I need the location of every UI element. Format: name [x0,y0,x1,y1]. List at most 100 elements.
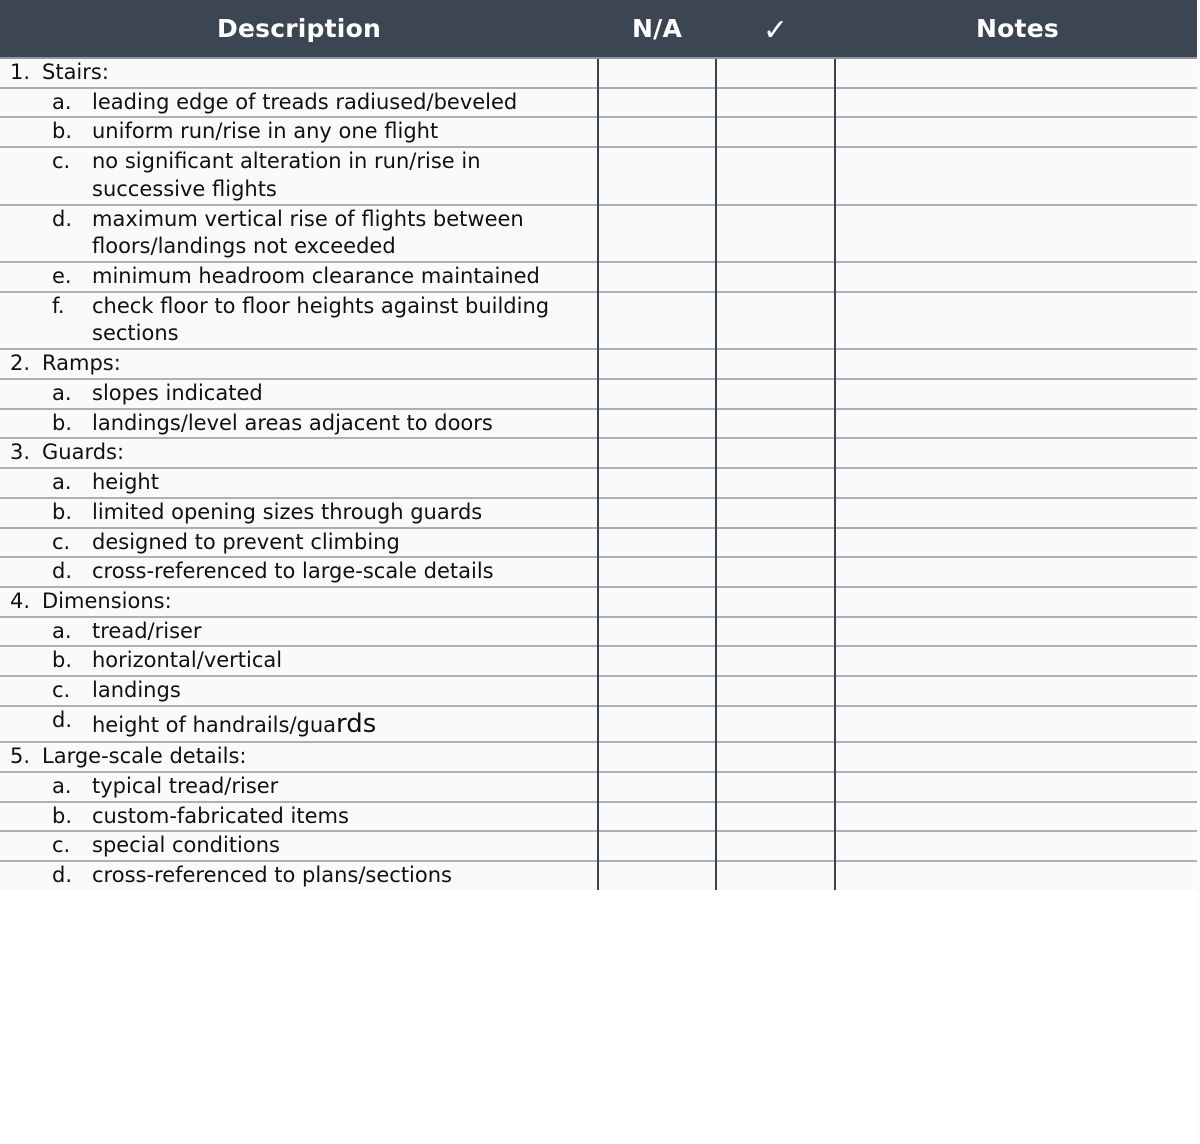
notes-input-cell[interactable] [834,203,1200,263]
na-checkbox-cell[interactable] [597,437,716,469]
na-checkbox-cell[interactable] [597,704,716,743]
na-checkbox-cell[interactable] [597,203,716,263]
checkmark-checkbox-cell[interactable] [715,770,835,802]
na-checkbox-cell[interactable] [597,741,716,772]
checkmark-checkbox-cell[interactable] [715,290,835,350]
table-row: b. uniform run/rise in any one flight [0,116,1200,148]
table-row: a. height [0,467,1200,498]
notes-input-cell[interactable] [834,57,1200,88]
table-row: 3. Guards: [0,437,1200,469]
na-checkbox-cell[interactable] [597,86,716,118]
notes-input-cell[interactable] [834,675,1200,706]
na-checkbox-cell[interactable] [597,556,716,587]
checklist-item-label: horizontal/vertical [92,648,283,673]
na-checkbox-cell[interactable] [597,860,716,890]
checklist-item-description: d. height of handrails/guards [0,704,598,743]
na-checkbox-cell[interactable] [597,585,716,617]
checklist-item-label: cross-referenced to plans/sections [92,863,452,887]
na-checkbox-cell[interactable] [597,770,716,802]
checkmark-checkbox-cell[interactable] [715,704,835,743]
notes-input-cell[interactable] [834,615,1200,647]
checklist-item: d. maximum vertical rise of flights betwe… [0,206,597,261]
checkmark-checkbox-cell[interactable] [715,556,835,587]
checkmark-checkbox-cell[interactable] [715,800,835,832]
notes-input-cell[interactable] [834,290,1200,350]
checkmark-checkbox-cell[interactable] [715,467,835,498]
checkmark-checkbox-cell[interactable] [715,407,835,439]
notes-input-cell[interactable] [834,496,1200,528]
notes-input-cell[interactable] [834,526,1200,558]
notes-input-cell[interactable] [834,146,1200,205]
checklist-item: b. limited opening sizes through guards [0,499,597,527]
checklist-item: b. horizontal/vertical [0,647,597,675]
na-checkbox-cell[interactable] [597,377,716,409]
na-checkbox-cell[interactable] [597,800,716,832]
checkmark-checkbox-cell[interactable] [715,830,835,861]
na-checkbox-cell[interactable] [597,645,716,677]
notes-input-cell[interactable] [834,116,1200,148]
notes-input-cell[interactable] [834,830,1200,861]
na-checkbox-cell[interactable] [597,830,716,861]
checklist-item-label: typical tread/riser [92,773,279,798]
checkmark-checkbox-cell[interactable] [715,615,835,647]
checkmark-checkbox-cell[interactable] [715,57,835,88]
checklist-item-description: b. custom-fabricated items [0,800,598,832]
na-checkbox-cell[interactable] [597,407,716,439]
na-checkbox-cell[interactable] [597,116,716,148]
na-checkbox-cell[interactable] [597,496,716,528]
checkmark-checkbox-cell[interactable] [715,261,835,292]
checklist-item-description: b. landings/level areas adjacent to doors [0,407,598,439]
checklist-item-marker: 5. [10,744,31,769]
checklist-item: c. landings [0,677,597,705]
checklist-item-marker: c. [52,678,71,703]
notes-input-cell[interactable] [834,261,1200,292]
checkmark-checkbox-cell[interactable] [715,116,835,148]
notes-input-cell[interactable] [834,437,1200,469]
checkmark-checkbox-cell[interactable] [715,348,835,379]
na-checkbox-cell[interactable] [597,146,716,205]
notes-input-cell[interactable] [834,556,1200,587]
checkmark-checkbox-cell[interactable] [715,86,835,118]
na-checkbox-cell[interactable] [597,467,716,498]
checkmark-checkbox-cell[interactable] [715,526,835,558]
checkmark-checkbox-cell[interactable] [715,203,835,263]
notes-input-cell[interactable] [834,860,1200,890]
checkmark-checkbox-cell[interactable] [715,741,835,772]
notes-input-cell[interactable] [834,704,1200,743]
notes-input-cell[interactable] [834,585,1200,617]
checkmark-checkbox-cell[interactable] [715,675,835,706]
na-checkbox-cell[interactable] [597,675,716,706]
na-checkbox-cell[interactable] [597,290,716,350]
na-checkbox-cell[interactable] [597,348,716,379]
checkmark-checkbox-cell[interactable] [715,377,835,409]
notes-input-cell[interactable] [834,770,1200,802]
notes-input-cell[interactable] [834,645,1200,677]
na-checkbox-cell[interactable] [597,261,716,292]
na-checkbox-cell[interactable] [597,57,716,88]
checklist-item-description: d. maximum vertical rise of flights betwe… [0,203,598,263]
notes-input-cell[interactable] [834,377,1200,409]
checkmark-checkbox-cell[interactable] [715,860,835,890]
checklist-item: b. uniform run/rise in any one flight [0,118,597,146]
checkmark-checkbox-cell[interactable] [715,645,835,677]
table-row: b. horizontal/vertical [0,645,1200,677]
notes-input-cell[interactable] [834,407,1200,439]
checklist-item-label-tail: rds [336,708,377,739]
na-checkbox-cell[interactable] [597,615,716,647]
na-checkbox-cell[interactable] [597,526,716,558]
checkmark-checkbox-cell[interactable] [715,496,835,528]
checklist-item: c. designed to prevent climbing [0,529,597,557]
notes-input-cell[interactable] [834,348,1200,379]
checkmark-checkbox-cell[interactable] [715,437,835,469]
checkmark-checkbox-cell[interactable] [715,585,835,617]
checkmark-checkbox-cell[interactable] [715,146,835,205]
notes-input-cell[interactable] [834,741,1200,772]
table-row: b. limited opening sizes through guards [0,496,1200,528]
checklist-item: 3. Guards: [0,439,597,467]
notes-input-cell[interactable] [834,86,1200,118]
checklist-item-marker: 3. [10,440,31,465]
checklist-item-label: tread/riser [92,618,202,643]
checklist-item-label: landings/level areas adjacent to doors [92,410,493,435]
notes-input-cell[interactable] [834,467,1200,498]
notes-input-cell[interactable] [834,800,1200,832]
